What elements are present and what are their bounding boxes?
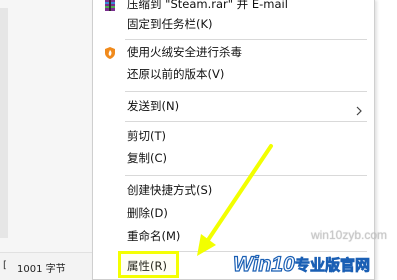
explorer-scroll-edge (0, 8, 8, 238)
status-left-glyph: [ (3, 260, 7, 271)
menu-separator (125, 39, 367, 40)
svg-text:专业版官网: 专业版官网 (295, 256, 370, 274)
status-bar: [ 1001 字节 (0, 252, 92, 280)
menu-item-send-to[interactable]: 发送到(N) (93, 95, 374, 117)
menu-item-label: 删除(D) (127, 206, 168, 220)
menu-separator (125, 175, 367, 176)
menu-item-delete[interactable]: 删除(D) (93, 202, 374, 224)
screenshot-stage: [ 1001 字节 压缩到 "Steam.rar" 并 E-mail 固定到任务… (0, 0, 397, 280)
status-file-size: 1001 字节 (17, 264, 66, 275)
svg-text:Win10: Win10 (233, 253, 295, 276)
menu-item-label: 复制(C) (127, 151, 168, 165)
menu-item-label: 重命名(M) (127, 229, 181, 243)
menu-item-cut[interactable]: 剪切(T) (93, 125, 374, 147)
watermark-logo: Win10 专业版官网 (232, 252, 370, 276)
menu-item-label: 固定到任务栏(K) (127, 17, 213, 31)
menu-item-label: 还原以前的版本(V) (127, 67, 225, 81)
menu-item-label: 创建快捷方式(S) (127, 183, 213, 197)
menu-item-copy[interactable]: 复制(C) (93, 147, 374, 169)
chevron-right-icon (354, 101, 364, 116)
rar-archive-icon (103, 0, 117, 11)
menu-item-huorong-scan[interactable]: 使用火绒安全进行杀毒 (93, 41, 374, 63)
explorer-background: [ 1001 字节 (0, 0, 92, 280)
menu-item-label: 剪切(T) (127, 129, 166, 143)
huorong-shield-icon (103, 45, 117, 59)
menu-item-label: 使用火绒安全进行杀毒 (127, 45, 242, 59)
watermark-url: win10zyb.com (310, 228, 387, 242)
highlight-box (118, 251, 179, 278)
menu-separator (125, 91, 367, 92)
menu-item-restore-versions[interactable]: 还原以前的版本(V) (93, 63, 374, 85)
menu-item-label: 发送到(N) (127, 99, 180, 113)
menu-item-label: 压缩到 "Steam.rar" 并 E-mail (127, 0, 288, 11)
menu-item-pin-taskbar[interactable]: 固定到任务栏(K) (93, 13, 374, 35)
menu-item-create-shortcut[interactable]: 创建快捷方式(S) (93, 179, 374, 201)
menu-separator (125, 121, 367, 122)
